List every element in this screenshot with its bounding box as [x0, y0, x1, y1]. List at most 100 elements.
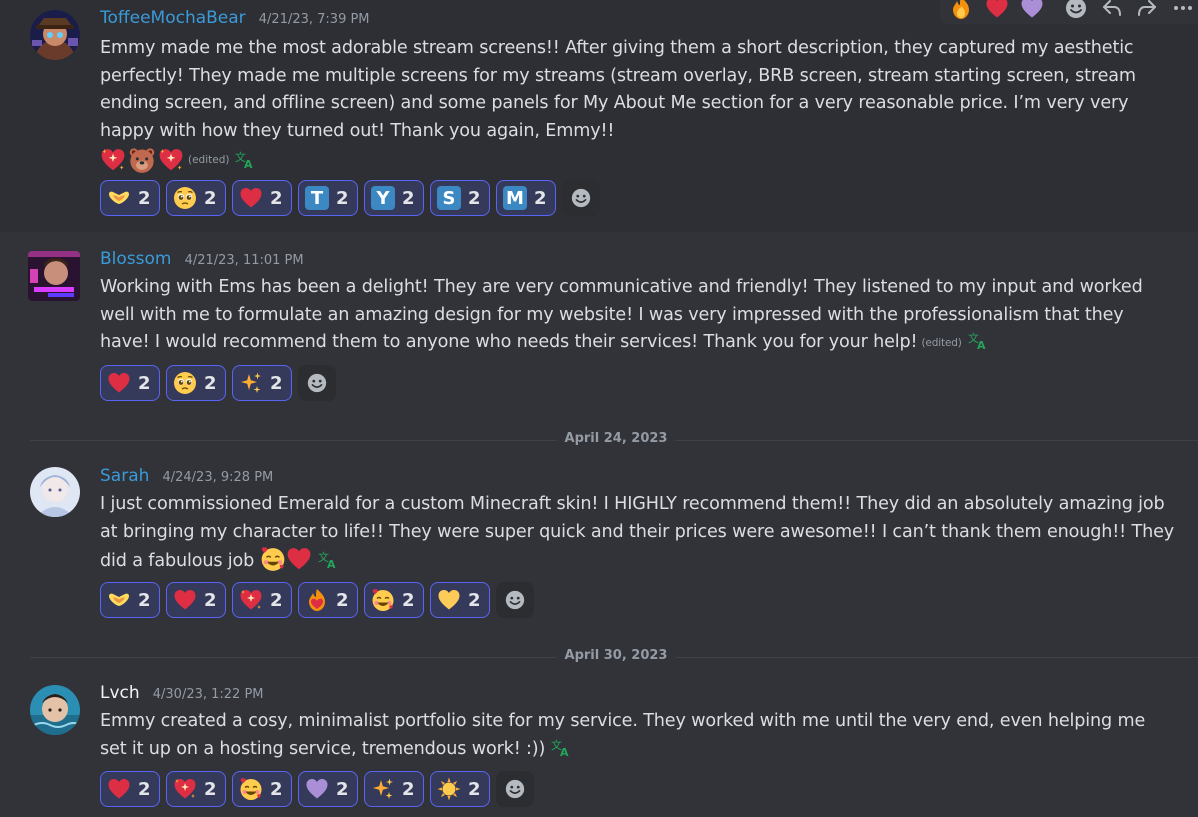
add-reaction-icon — [570, 187, 592, 209]
reaction-heart-hands[interactable]: 2 — [100, 180, 160, 216]
red-heart-icon — [238, 185, 264, 211]
reaction-count: 2 — [336, 187, 349, 209]
add-reaction-icon — [504, 589, 526, 611]
reaction-heart-hands[interactable]: 2 — [100, 582, 160, 618]
add-reaction-button[interactable] — [562, 180, 600, 216]
date-divider-label: April 30, 2023 — [556, 648, 676, 663]
reactions-bar: 2 2 2 — [100, 365, 336, 401]
sparkling-heart-icon — [238, 587, 264, 613]
date-divider: April 24, 2023 — [30, 431, 1198, 446]
reaction-count: 2 — [468, 187, 481, 209]
reaction-red-heart[interactable]: 2 — [100, 771, 160, 807]
message-header: Blossom 4/21/23, 11:01 PM — [100, 249, 304, 273]
reaction-count: 2 — [270, 187, 283, 209]
reaction-red-heart[interactable]: 2 — [166, 582, 226, 618]
reaction-yellow-heart[interactable]: 2 — [430, 582, 490, 618]
message-header: Lvch 4/30/23, 1:22 PM — [100, 683, 264, 707]
letter-tile: M — [503, 186, 527, 210]
emoji-line: (edited) — [100, 146, 255, 174]
reaction-count: 2 — [402, 778, 415, 800]
reaction-letter-m[interactable]: M2 — [496, 180, 556, 216]
avatar[interactable] — [30, 467, 80, 517]
message-content: I just commissioned Emerald for a custom… — [100, 491, 1175, 576]
reaction-sparkling-heart[interactable]: 2 — [166, 771, 226, 807]
reaction-red-heart[interactable]: 2 — [232, 180, 292, 216]
quick-react-fire-icon[interactable] — [946, 0, 976, 22]
red-heart-icon — [106, 370, 132, 396]
reaction-pleading-face[interactable]: 2 — [166, 180, 226, 216]
reaction-sparkles[interactable]: 2 — [364, 771, 424, 807]
date-divider: April 30, 2023 — [30, 648, 1198, 663]
message-header: Sarah 4/24/23, 9:28 PM — [100, 466, 273, 490]
purple-heart-icon — [304, 776, 330, 802]
username[interactable]: ToffeeMochaBear — [100, 8, 246, 28]
quick-react-red-heart-icon[interactable] — [982, 0, 1012, 22]
add-reaction-icon[interactable] — [1061, 0, 1091, 22]
reaction-count: 2 — [204, 372, 217, 394]
username[interactable]: Lvch — [100, 683, 140, 703]
translate-icon[interactable] — [968, 332, 988, 350]
timestamp[interactable]: 4/30/23, 1:22 PM — [153, 687, 264, 702]
reaction-count: 2 — [270, 778, 283, 800]
add-reaction-button[interactable] — [496, 582, 534, 618]
add-reaction-icon — [504, 778, 526, 800]
letter-m-icon: M — [502, 185, 528, 211]
sun-icon — [436, 776, 462, 802]
red-heart-icon — [286, 546, 312, 572]
reaction-smiling-face-with-hearts[interactable]: 2 — [364, 582, 424, 618]
timestamp[interactable]: 4/21/23, 11:01 PM — [185, 253, 304, 268]
add-reaction-button[interactable] — [496, 771, 534, 807]
reaction-pleading-face[interactable]: 2 — [166, 365, 226, 401]
sparkles-icon — [238, 370, 264, 396]
reaction-sparkling-heart[interactable]: 2 — [232, 582, 292, 618]
add-reaction-button[interactable] — [298, 365, 336, 401]
reaction-heart-on-fire[interactable]: 2 — [298, 582, 358, 618]
letter-tile: T — [305, 186, 329, 210]
sparkles-icon — [370, 776, 396, 802]
reaction-purple-heart[interactable]: 2 — [298, 771, 358, 807]
reaction-count: 2 — [402, 589, 415, 611]
avatar[interactable] — [30, 10, 80, 60]
letter-s-icon: S — [436, 185, 462, 211]
heart-hands-icon — [106, 587, 132, 613]
quick-react-purple-heart-icon[interactable] — [1017, 0, 1047, 22]
translate-icon[interactable] — [235, 151, 255, 169]
forward-icon[interactable] — [1133, 0, 1163, 22]
reaction-letter-t[interactable]: T2 — [298, 180, 358, 216]
chat-message-list: ToffeeMochaBear 4/21/23, 7:39 PM Emmy ma… — [0, 0, 1198, 817]
date-divider-label: April 24, 2023 — [556, 431, 676, 446]
reaction-letter-s[interactable]: S2 — [430, 180, 490, 216]
letter-y-icon: Y — [370, 185, 396, 211]
translate-icon[interactable] — [551, 739, 571, 757]
reaction-count: 2 — [534, 187, 547, 209]
translate-icon[interactable] — [318, 551, 338, 569]
reaction-red-heart[interactable]: 2 — [100, 365, 160, 401]
reaction-count: 2 — [138, 187, 151, 209]
pleading-face-icon — [172, 370, 198, 396]
reactions-bar: 2 2 2 2 2 2 — [100, 582, 534, 618]
edited-label: (edited) — [921, 337, 962, 349]
reaction-smiling-face-with-hearts[interactable]: 2 — [232, 771, 292, 807]
reaction-sparkles[interactable]: 2 — [232, 365, 292, 401]
message-content: Working with Ems has been a delight! The… — [100, 274, 1175, 358]
letter-tile: S — [437, 186, 461, 210]
reaction-count: 2 — [270, 372, 283, 394]
smiling-face-with-hearts-icon — [238, 776, 264, 802]
username[interactable]: Blossom — [100, 249, 171, 269]
avatar[interactable] — [28, 251, 80, 301]
timestamp[interactable]: 4/21/23, 7:39 PM — [259, 12, 370, 27]
avatar[interactable] — [30, 685, 80, 735]
pleading-face-icon — [172, 185, 198, 211]
reaction-count: 2 — [402, 187, 415, 209]
reaction-sun[interactable]: 2 — [430, 771, 490, 807]
username[interactable]: Sarah — [100, 466, 149, 486]
timestamp[interactable]: 4/24/23, 9:28 PM — [162, 470, 273, 485]
letter-tile: Y — [371, 186, 395, 210]
reaction-count: 2 — [270, 589, 283, 611]
more-options-icon[interactable] — [1168, 0, 1198, 22]
heart-on-fire-icon — [304, 587, 330, 613]
reply-icon[interactable] — [1097, 0, 1127, 22]
sparkling-heart-icon — [172, 776, 198, 802]
reaction-letter-y[interactable]: Y2 — [364, 180, 424, 216]
yellow-heart-icon — [436, 587, 462, 613]
